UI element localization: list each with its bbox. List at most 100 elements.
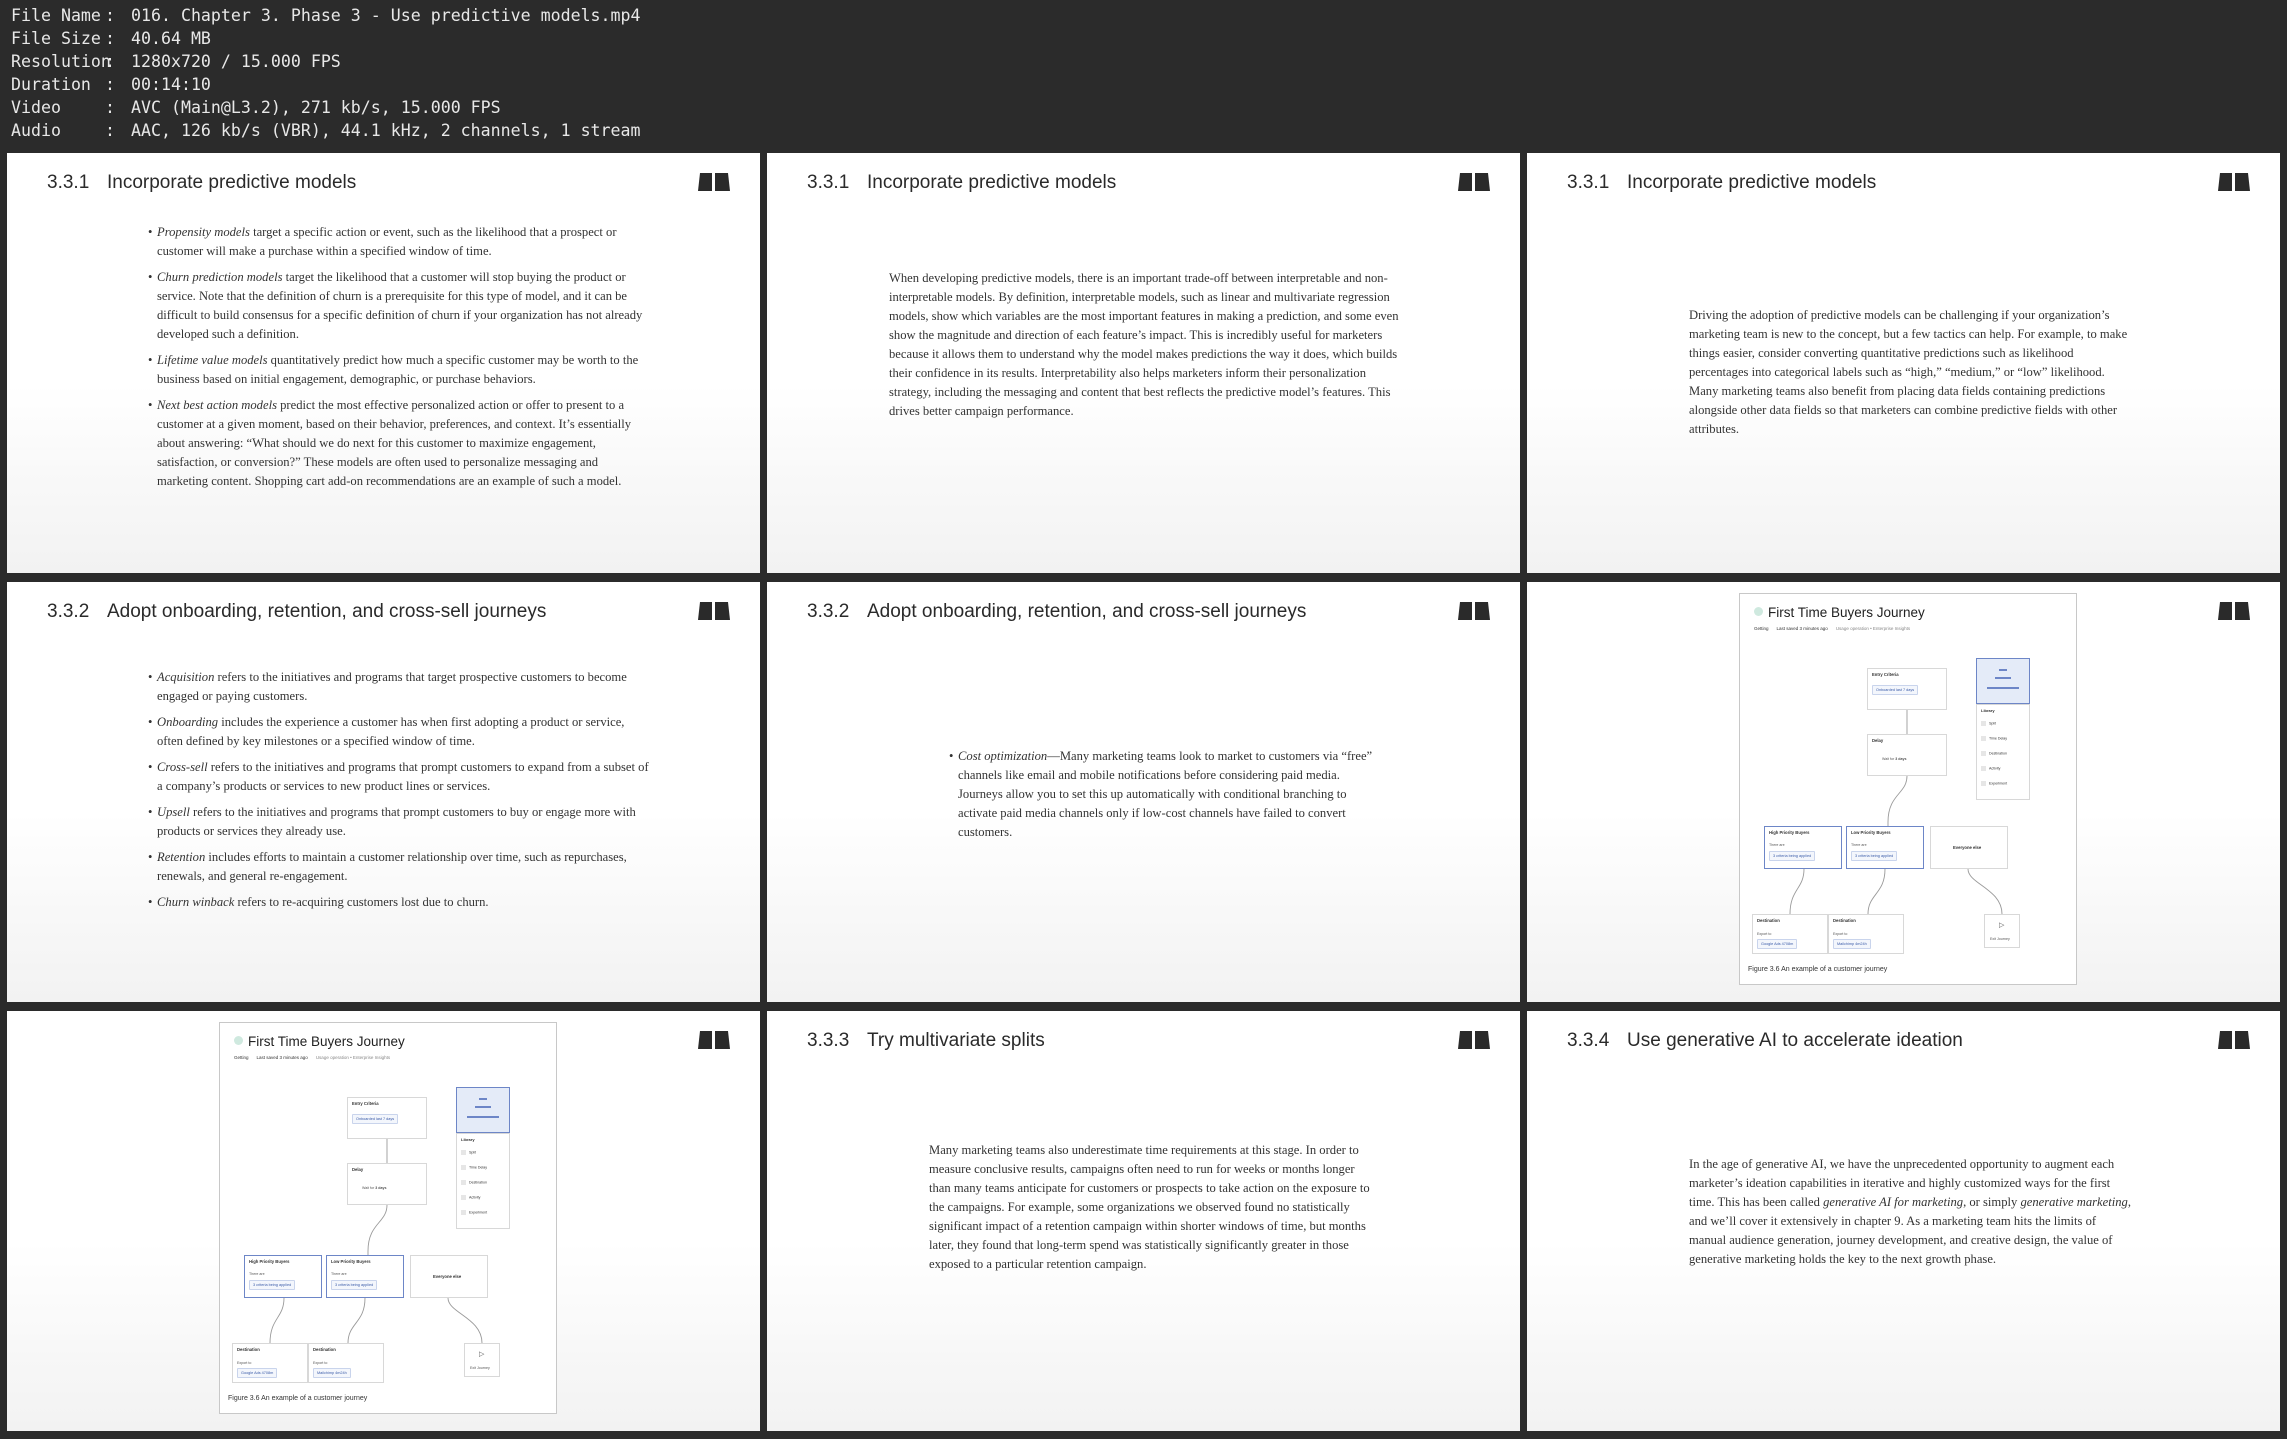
connector <box>269 1297 285 1344</box>
book-logo-icon <box>2218 600 2250 622</box>
everyone-else-node: Everyone else <box>410 1255 488 1298</box>
book-logo-icon <box>1458 600 1490 622</box>
preview-line <box>1995 677 2011 679</box>
file-info-value: 00:14:10 <box>131 75 211 94</box>
bullet-text: includes efforts to maintain a customer … <box>157 850 627 883</box>
node-title: Destination <box>313 1347 336 1352</box>
criteria-pill: 3 criteria being applied <box>1851 851 1898 861</box>
wait-text: Wait for 3 days <box>1882 757 1906 761</box>
slide-body: In the age of generative AI, we have the… <box>1689 1155 2135 1269</box>
slide-333: 3.3.3 Try multivariate splits Many market… <box>767 1011 1520 1431</box>
node-title: Destination <box>1833 918 1856 923</box>
bullet-term: Onboarding <box>157 715 219 729</box>
bullet-term: Lifetime value models <box>157 353 268 367</box>
library-item-icon <box>461 1150 466 1155</box>
delay-node: Delay Wait for 3 days <box>347 1163 427 1205</box>
bullet-text: refers to re-acquiring customers lost du… <box>234 895 489 909</box>
exit-journey-node: ▷ Exit Journey <box>1984 914 2020 948</box>
file-info-key: File Name <box>11 6 101 25</box>
delay-node: Delay Wait for 3 days <box>1867 734 1947 776</box>
bullet-term: Cross-sell <box>157 760 208 774</box>
export-pill: Google Ads 4708m <box>237 1368 278 1378</box>
exit-journey-node: ▷ Exit Journey <box>464 1343 500 1377</box>
file-info-row: Resolution: 1280x720 / 15.000 FPS <box>11 50 341 73</box>
section-title: Incorporate predictive models <box>107 172 357 193</box>
slide-title: 3.3.4 Use generative AI to accelerate ide… <box>1567 1030 1963 1052</box>
connector <box>1887 775 1908 823</box>
slide-title: 3.3.1 Incorporate predictive models <box>1567 172 1876 194</box>
bullet-text: refers to the initiatives and programs t… <box>157 805 636 838</box>
preview-line <box>479 1098 487 1100</box>
file-info-value: 1280x720 / 15.000 FPS <box>131 52 341 71</box>
slide-331-a: 3.3.1 Incorporate predictive models Prope… <box>7 153 760 573</box>
book-logo-icon <box>698 600 730 622</box>
there-are: There are <box>249 1272 265 1276</box>
there-are: There are <box>1851 843 1867 847</box>
library-item-label: Split <box>1989 721 1996 726</box>
bullet-item: Churn prediction models target the likel… <box>148 268 652 344</box>
slide-body: When developing predictive models, there… <box>889 269 1399 421</box>
figure-caption: Figure 3.6 An example of a customer jour… <box>228 1395 368 1402</box>
paragraph: When developing predictive models, there… <box>889 271 1399 418</box>
section-title: Incorporate predictive models <box>1627 172 1877 193</box>
library-item-label: Experiment <box>1989 781 2008 786</box>
bullet-item: Next best action models predict the most… <box>148 396 652 491</box>
section-number: 3.3.1 <box>807 172 850 193</box>
slide-title: 3.3.1 Incorporate predictive models <box>807 172 1116 194</box>
bullet-term: Retention <box>157 850 206 864</box>
low-priority-node: Low Priority Buyers There are 3 criteria b… <box>326 1255 404 1298</box>
thumbnail-grid: 3.3.1 Incorporate predictive models Prope… <box>0 150 2287 1439</box>
node-title: Delay <box>352 1167 364 1172</box>
library-item-label: Time Delay <box>469 1165 488 1170</box>
library-item-icon <box>1981 721 1986 726</box>
file-info-row: File Size:40.64 MB <box>11 27 211 50</box>
library-item: Experiment <box>1981 781 2007 786</box>
library-item: Activity <box>1981 766 2000 771</box>
slide-334: 3.3.4 Use generative AI to accelerate ide… <box>1527 1011 2280 1431</box>
library-item: Activity <box>461 1195 480 1200</box>
export-to: Export to <box>313 1361 328 1365</box>
library-item-label: Split <box>469 1150 476 1155</box>
library-item-label: Time Delay <box>1989 736 2008 741</box>
destination-google-node: Destination Export to Google Ads 4708m <box>232 1343 308 1383</box>
preview-line <box>1999 669 2007 671</box>
paragraph: Many marketing teams also underestimate … <box>929 1143 1370 1271</box>
library-item-icon <box>461 1180 466 1185</box>
emphasis-text: generative marketing <box>2020 1195 2128 1209</box>
library-item: Split <box>1981 721 1996 726</box>
bullet-item: Acquisition refers to the initiatives an… <box>148 668 652 706</box>
exit-icon: ▷ <box>479 1351 485 1358</box>
preview-line <box>475 1106 491 1108</box>
library-item-label: Activity <box>469 1195 481 1200</box>
node-title: Low Priority Buyers <box>1851 830 1891 835</box>
exit-label: Exit Journey <box>470 1366 490 1370</box>
file-info-separator: : <box>105 75 115 94</box>
wait-text: Wait for 3 days <box>362 1186 386 1190</box>
bullet-text: refers to the initiatives and programs t… <box>157 760 649 793</box>
slide-title: 3.3.3 Try multivariate splits <box>807 1030 1045 1052</box>
node-title: Destination <box>1757 918 1780 923</box>
section-title: Try multivariate splits <box>867 1030 1045 1051</box>
file-info-row: Video: AVC (Main@L3.2), 271 kb/s, 15.000 … <box>11 96 501 119</box>
library-item: Experiment <box>461 1210 487 1215</box>
library-item-icon <box>1981 781 1986 786</box>
destination-mailchimp-node: Destination Export to Mailchimp 4m24h <box>1828 914 1904 954</box>
file-info-separator: : <box>105 6 115 25</box>
export-to: Export to <box>1757 932 1772 936</box>
bullet-term: Next best action models <box>157 398 277 412</box>
slide-title: 3.3.2 Adopt onboarding, retention, and cr… <box>807 601 1306 623</box>
preview-line <box>1987 687 2019 689</box>
book-logo-icon <box>1458 171 1490 193</box>
export-pill: Mailchimp 4m24h <box>1833 939 1871 949</box>
library-item: Time Delay <box>1981 736 2007 741</box>
book-logo-icon <box>1458 1029 1490 1051</box>
library-item-icon <box>1981 736 1986 741</box>
high-priority-node: High Priority Buyers There are 3 criteria … <box>1764 826 1842 869</box>
bullet-item: Retention includes efforts to maintain a… <box>148 848 652 886</box>
file-info-separator: : <box>105 29 115 48</box>
file-info-row: Duration:00:14:10 <box>11 73 211 96</box>
slide-title: 3.3.1 Incorporate predictive models <box>47 172 356 194</box>
file-info-key: Resolution <box>11 52 111 71</box>
library-title: Library <box>461 1137 475 1142</box>
entry-criteria-node: Entry Criteria Onboarded last 7 days <box>347 1097 427 1139</box>
